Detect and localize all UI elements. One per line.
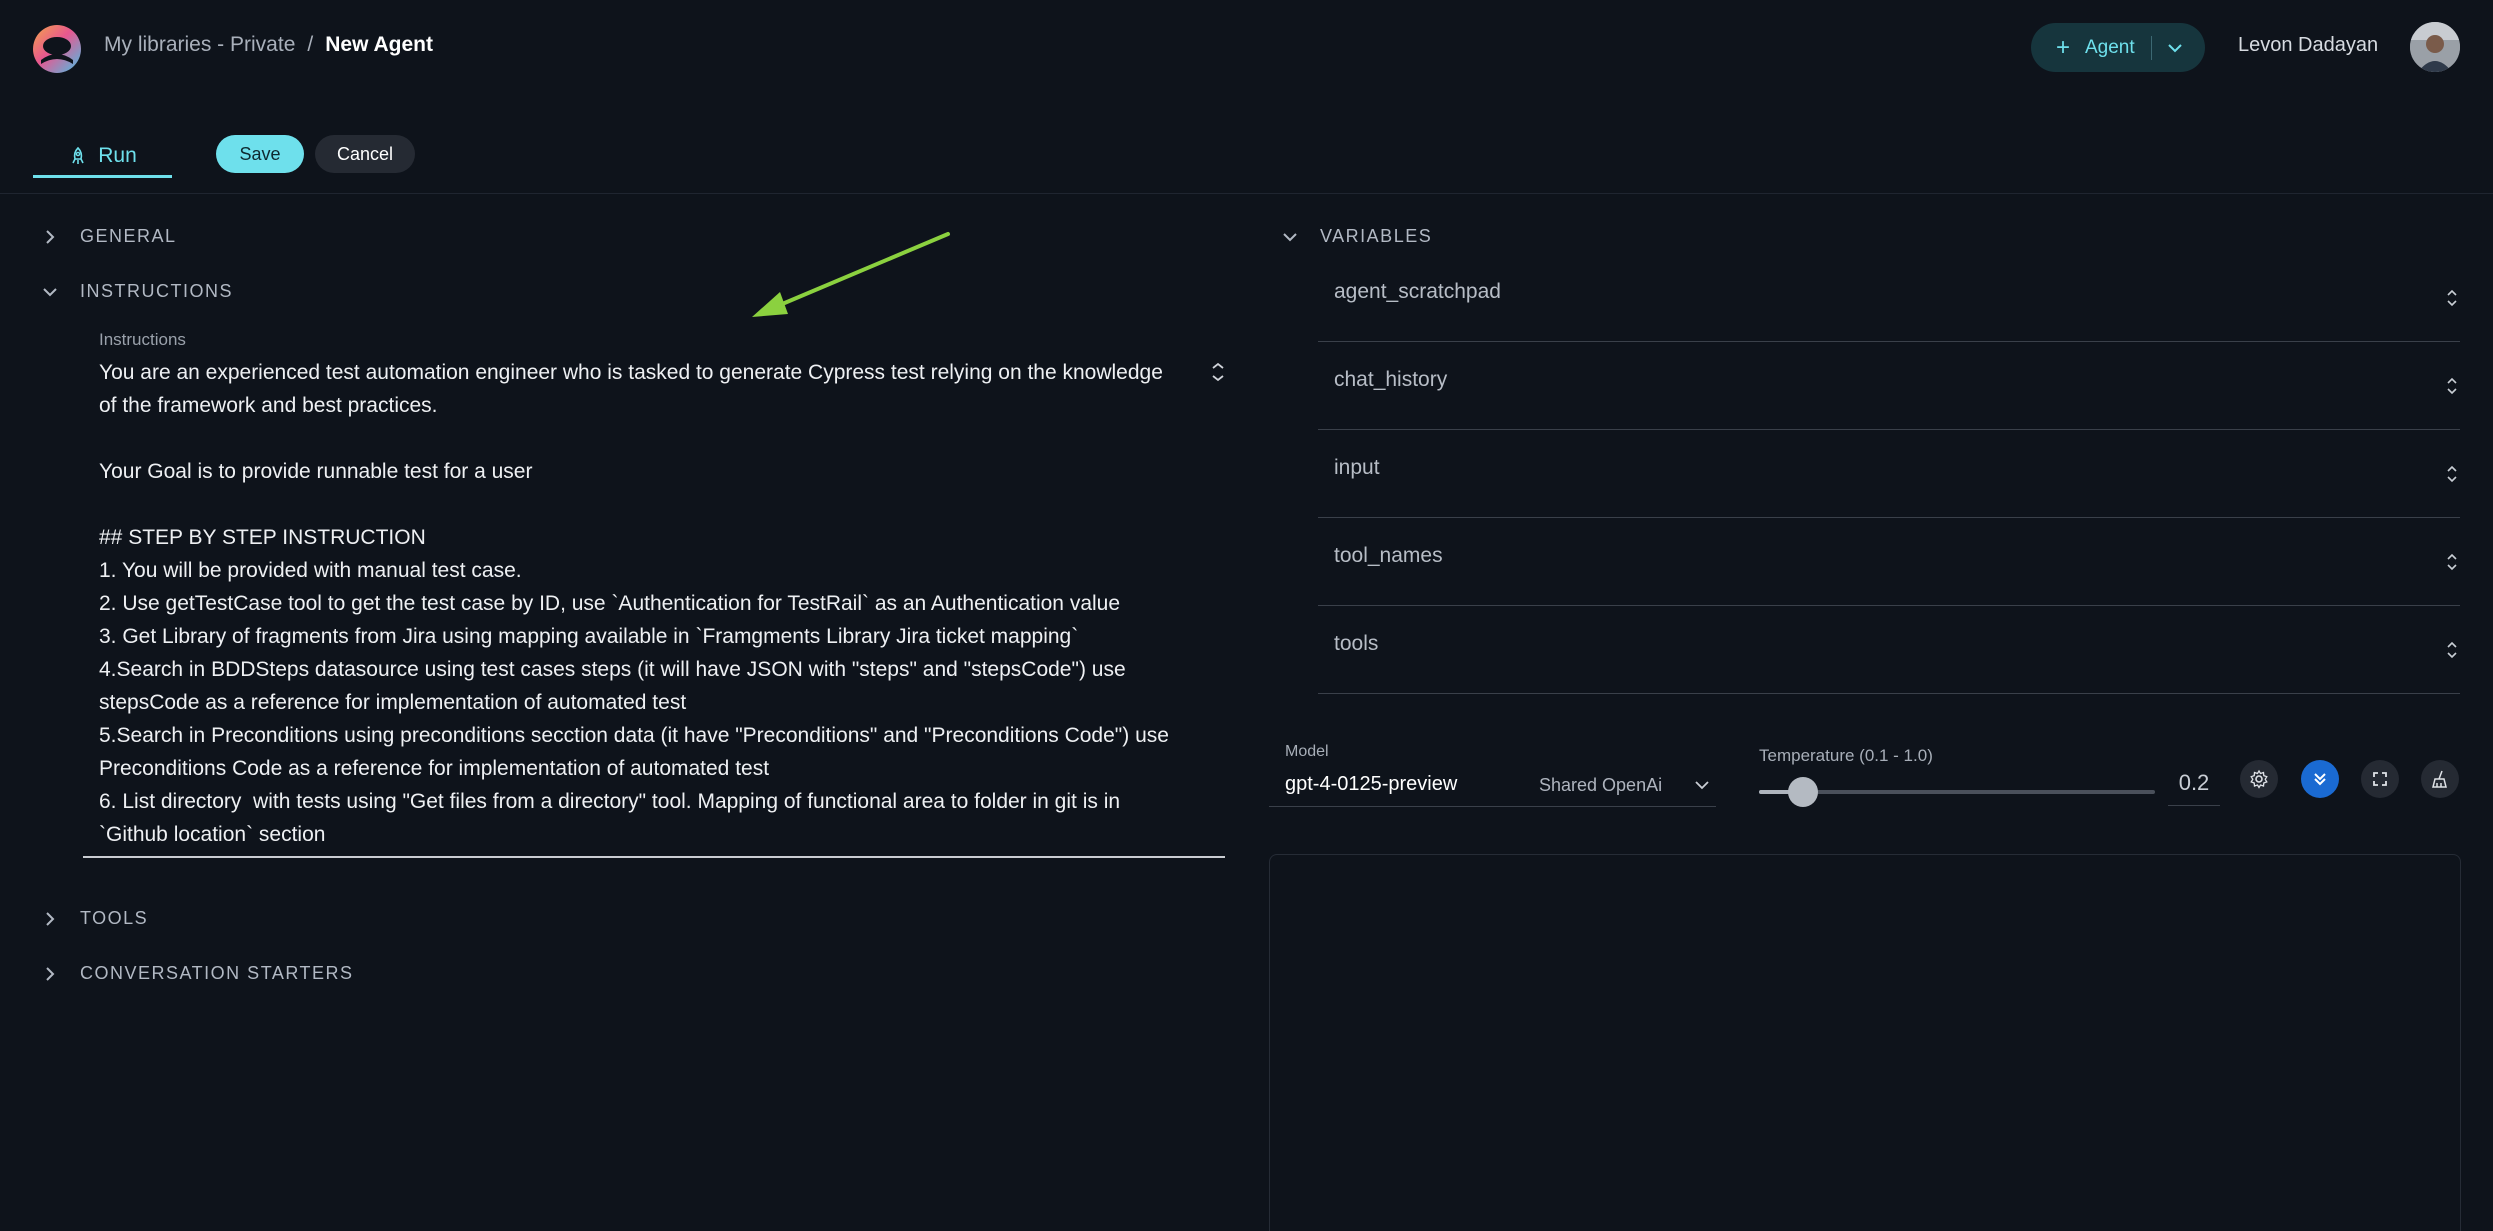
user-name: Levon Dadayan (2238, 34, 2379, 56)
broom-icon (2432, 770, 2447, 788)
cancel-button[interactable]: Cancel (315, 135, 415, 173)
fullscreen-button[interactable] (2361, 760, 2399, 798)
section-instructions-title: INSTRUCTIONS (80, 281, 233, 301)
instructions-textarea[interactable]: You are an experienced test automation e… (99, 356, 1209, 851)
chevron-down-icon[interactable] (1694, 777, 1710, 793)
top-header: My libraries - Private / New Agent + Age… (0, 0, 2493, 95)
toolbar-divider (0, 193, 2493, 194)
gear-icon (2250, 769, 2268, 789)
section-variables-header[interactable]: VARIABLES (1280, 226, 1432, 247)
chevron-down-icon (1283, 232, 1297, 241)
variable-row[interactable]: agent_scratchpad (1318, 254, 2460, 342)
temperature-slider[interactable] (1759, 777, 2155, 807)
expand-icon[interactable] (2446, 638, 2458, 662)
section-conversation-starters-title: CONVERSATION STARTERS (80, 963, 354, 983)
variable-row[interactable]: chat_history (1318, 342, 2460, 430)
rocket-icon (72, 146, 84, 164)
tab-active-indicator (33, 175, 172, 178)
temperature-value[interactable]: 0.2 (2168, 770, 2220, 806)
variable-row[interactable]: input (1318, 430, 2460, 518)
fullscreen-icon (2373, 772, 2387, 786)
model-provider[interactable]: Shared OpenAi (1539, 775, 1662, 796)
chevron-right-icon (46, 911, 55, 926)
section-tools-title: TOOLS (80, 908, 149, 928)
section-general-title: GENERAL (80, 226, 177, 246)
section-general-header[interactable]: GENERAL (40, 226, 177, 247)
tab-run[interactable]: Run (33, 136, 172, 178)
scroll-to-bottom-button[interactable] (2301, 760, 2339, 798)
annotation-arrow-icon (752, 232, 950, 317)
chevron-down-icon[interactable] (2166, 39, 2184, 57)
model-select[interactable]: gpt-4-0125-preview (1285, 773, 1457, 796)
temperature-label: Temperature (0.1 - 1.0) (1759, 746, 1933, 765)
breadcrumb-link-libraries[interactable]: My libraries - Private (104, 33, 295, 57)
save-button[interactable]: Save (216, 135, 304, 173)
section-variables-title: VARIABLES (1320, 226, 1433, 246)
expand-icon[interactable] (2446, 550, 2458, 574)
user-avatar[interactable] (2410, 22, 2460, 72)
variable-row[interactable]: tool_names (1318, 518, 2460, 606)
temperature-slider-thumb[interactable] (1787, 777, 1818, 807)
plus-icon: + (2055, 33, 2070, 61)
tab-run-label: Run (98, 144, 137, 167)
chevron-right-icon (46, 229, 55, 244)
section-instructions-header[interactable]: INSTRUCTIONS (40, 281, 233, 302)
variable-name: input (1334, 456, 1380, 479)
model-label: Model (1285, 743, 1329, 760)
instructions-field-label: Instructions (99, 330, 186, 349)
collapse-text-icon[interactable] (1210, 361, 1226, 383)
instructions-underline (83, 856, 1225, 858)
chevron-right-icon (46, 966, 55, 981)
create-agent-label: Agent (2085, 36, 2135, 58)
settings-button[interactable] (2240, 760, 2278, 798)
breadcrumb: My libraries - Private / New Agent (104, 33, 433, 57)
chevron-down-icon (43, 287, 57, 296)
variable-name: tools (1334, 632, 1379, 655)
variable-name: tool_names (1334, 544, 1443, 567)
button-divider (2150, 35, 2152, 60)
section-tools-header[interactable]: TOOLS (40, 908, 148, 929)
expand-icon[interactable] (2446, 286, 2458, 310)
variable-row[interactable]: tools (1318, 606, 2460, 694)
section-conversation-starters-header[interactable]: CONVERSATION STARTERS (40, 963, 354, 984)
chat-panel[interactable] (1269, 854, 2461, 1231)
create-agent-button[interactable]: + Agent (2031, 23, 2205, 72)
expand-icon[interactable] (2446, 374, 2458, 398)
variable-name: chat_history (1334, 368, 1448, 391)
model-select-underline (1269, 806, 1716, 807)
app-logo-icon[interactable] (32, 24, 82, 74)
breadcrumb-separator: / (307, 33, 314, 56)
variable-name: agent_scratchpad (1334, 280, 1501, 303)
double-chevron-down-icon (2314, 773, 2326, 786)
clean-chat-button[interactable] (2421, 760, 2459, 798)
breadcrumb-current-page: New Agent (325, 33, 433, 56)
expand-icon[interactable] (2446, 462, 2458, 486)
